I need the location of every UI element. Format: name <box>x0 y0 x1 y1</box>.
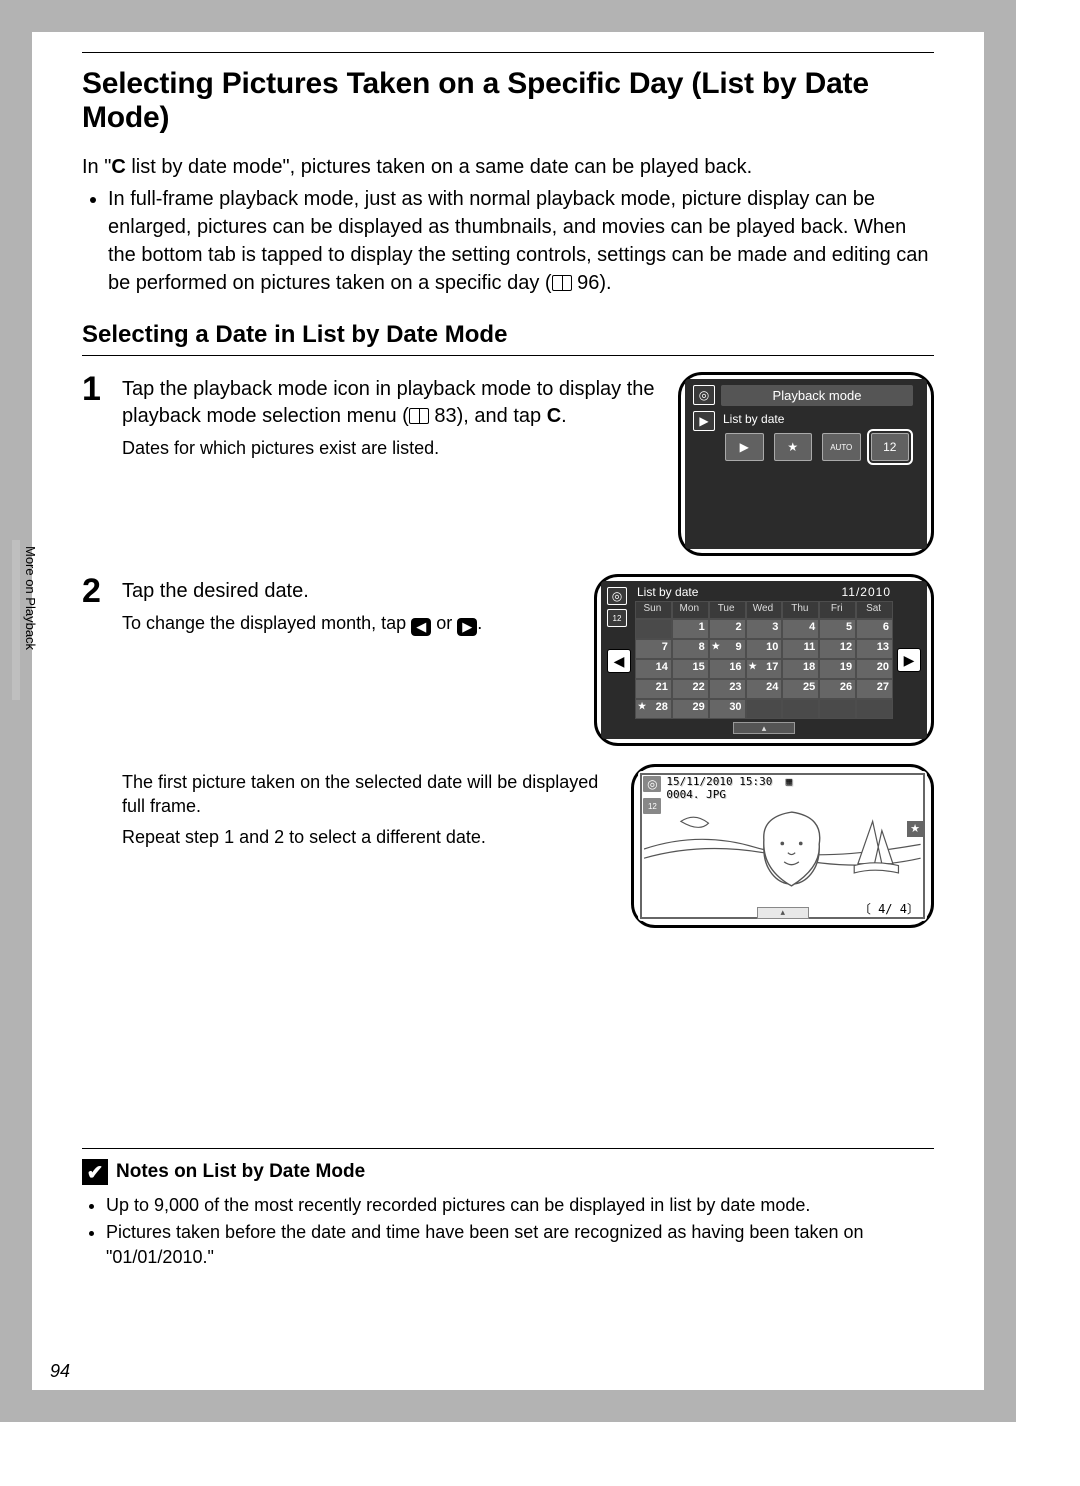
top-rule <box>82 52 934 53</box>
page-number: 94 <box>50 1361 70 1382</box>
calendar-day-header: Mon <box>672 601 709 619</box>
calendar-title: List by date <box>637 585 698 599</box>
calendar-day-cell[interactable]: 2 <box>709 619 746 639</box>
photo-preview-panel: ◎ 12 15/11/2010 15:30 ▦ 0004. JPG ★ <box>631 764 934 928</box>
notes-check-icon: ✔ <box>82 1159 108 1185</box>
calendar-day-cell[interactable]: 24 <box>746 679 783 699</box>
calendar-day-header: Wed <box>746 601 783 619</box>
side-tab-label: More on Playback <box>20 540 38 700</box>
calendar-day-cell <box>746 699 783 719</box>
page-ref-icon <box>552 275 572 291</box>
calendar-day-cell[interactable]: 20 <box>856 659 893 679</box>
next-month-icon: ▶ <box>457 618 477 636</box>
notes-section: ✔ Notes on List by Date Mode Up to 9,000… <box>82 1148 934 1269</box>
prev-month-icon: ◀ <box>411 618 431 636</box>
calendar-day-cell[interactable]: 4 <box>782 619 819 639</box>
calendar-day-header: Fri <box>819 601 856 619</box>
playback-mode-title: Playback mode <box>721 385 913 406</box>
calendar-day-cell[interactable]: 23 <box>709 679 746 699</box>
step-2b-line2: Repeat step 1 and 2 to select a differen… <box>122 825 613 849</box>
calendar-grid[interactable]: SunMonTueWedThuFriSat1234567891011121314… <box>635 601 893 719</box>
calendar-day-cell <box>782 699 819 719</box>
page-ref-icon <box>409 408 429 424</box>
photo-up-tab[interactable]: ▴ <box>757 907 809 919</box>
calendar-day-cell[interactable]: 12 <box>819 639 856 659</box>
notes-item-2: Pictures taken before the date and time … <box>106 1220 934 1269</box>
step-1-sub: Dates for which pictures exist are liste… <box>122 436 660 460</box>
calendar-up-tab[interactable]: ▴ <box>733 722 795 734</box>
calendar-day-cell <box>856 699 893 719</box>
step-2-lead: Tap the desired date. <box>122 578 576 605</box>
next-month-button[interactable]: ▶ <box>897 648 921 672</box>
playback-icon[interactable]: ▶ <box>693 411 715 431</box>
playback-btn-play[interactable]: ▶ <box>725 433 764 461</box>
calendar-day-header: Thu <box>782 601 819 619</box>
list-icon[interactable]: 12 <box>607 609 627 627</box>
step-2-continued: 2 The first picture taken on the selecte… <box>82 764 934 928</box>
calendar-day-cell[interactable]: 26 <box>819 679 856 699</box>
camera-icon[interactable]: ◎ <box>607 587 627 605</box>
step-1-number: 1 <box>82 372 110 466</box>
calendar-day-cell[interactable]: 10 <box>746 639 783 659</box>
step-2: 2 Tap the desired date. To change the di… <box>82 574 934 746</box>
page-title: Selecting Pictures Taken on a Specific D… <box>82 67 934 135</box>
playback-btn-auto[interactable]: AUTO <box>822 433 861 461</box>
playback-btn-listbydate[interactable]: 12 <box>871 433 910 461</box>
calendar-day-cell[interactable]: 19 <box>819 659 856 679</box>
photo-illustration <box>644 793 921 905</box>
camera-icon[interactable]: ◎ <box>693 385 715 405</box>
step-2-sub: To change the displayed month, tap ◀ or … <box>122 611 576 636</box>
list-by-date-mode-icon: C <box>111 156 125 178</box>
section-subtitle: Selecting a Date in List by Date Mode <box>82 321 934 349</box>
calendar-day-cell[interactable]: 15 <box>672 659 709 679</box>
playback-mode-subtitle: List by date <box>721 410 913 430</box>
notes-item-1: Up to 9,000 of the most recently recorde… <box>106 1193 934 1217</box>
calendar-day-cell <box>635 619 672 639</box>
side-tab: More on Playback <box>12 540 38 700</box>
calendar-day-cell[interactable]: 9 <box>709 639 746 659</box>
calendar-day-header: Sat <box>856 601 893 619</box>
playback-mode-panel: ◎ ▶ Playback mode List by date ▶ ★ AUTO … <box>678 372 934 556</box>
calendar-day-cell[interactable]: 13 <box>856 639 893 659</box>
calendar-day-cell[interactable]: 28 <box>635 699 672 719</box>
notes-heading: Notes on List by Date Mode <box>116 1161 365 1183</box>
step-2b-line1: The first picture taken on the selected … <box>122 770 613 819</box>
calendar-day-cell[interactable]: 14 <box>635 659 672 679</box>
photo-counter: 〔 4/ 4〕 <box>859 900 919 917</box>
calendar-day-header: Tue <box>709 601 746 619</box>
calendar-day-cell[interactable]: 16 <box>709 659 746 679</box>
calendar-day-cell[interactable]: 11 <box>782 639 819 659</box>
calendar-day-cell[interactable]: 5 <box>819 619 856 639</box>
step-1-lead: Tap the playback mode icon in playback m… <box>122 376 660 430</box>
calendar-day-cell[interactable]: 29 <box>672 699 709 719</box>
calendar-day-cell[interactable]: 18 <box>782 659 819 679</box>
calendar-day-cell[interactable]: 22 <box>672 679 709 699</box>
calendar-day-cell[interactable]: 3 <box>746 619 783 639</box>
subtitle-rule <box>82 355 934 356</box>
calendar-day-cell <box>819 699 856 719</box>
intro-bullets: In full-frame playback mode, just as wit… <box>82 185 934 297</box>
step-1: 1 Tap the playback mode icon in playback… <box>82 372 934 556</box>
step-2-number: 2 <box>82 574 110 642</box>
calendar-day-header: Sun <box>635 601 672 619</box>
calendar-day-cell[interactable]: 27 <box>856 679 893 699</box>
calendar-panel: ◎ 12 ◀ List by date 11/2010 SunMonTueWed… <box>594 574 934 746</box>
intro-text: In "C list by date mode", pictures taken… <box>82 153 934 181</box>
playback-btn-favorite[interactable]: ★ <box>774 433 813 461</box>
prev-month-button[interactable]: ◀ <box>607 649 631 673</box>
calendar-day-cell[interactable]: 6 <box>856 619 893 639</box>
camera-icon[interactable]: ◎ <box>642 775 662 793</box>
calendar-day-cell[interactable]: 17 <box>746 659 783 679</box>
calendar-day-cell[interactable]: 7 <box>635 639 672 659</box>
calendar-month: 11/2010 <box>842 585 892 599</box>
calendar-day-cell[interactable]: 21 <box>635 679 672 699</box>
calendar-day-cell[interactable]: 8 <box>672 639 709 659</box>
calendar-day-cell[interactable]: 30 <box>709 699 746 719</box>
calendar-day-cell[interactable]: 25 <box>782 679 819 699</box>
calendar-day-cell[interactable]: 1 <box>672 619 709 639</box>
